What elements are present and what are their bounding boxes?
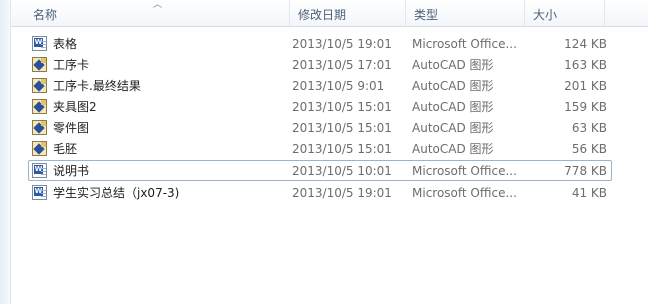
file-type: Microsoft Office...: [412, 186, 517, 200]
autocad-drawing-icon: [32, 57, 47, 72]
file-size: 163 KB: [564, 58, 607, 72]
file-row[interactable]: 夹具图2 2013/10/5 15:01 AutoCAD 图形 159 KB: [28, 96, 612, 117]
autocad-drawing-icon: [32, 78, 47, 93]
file-size: 41 KB: [571, 186, 607, 200]
file-row[interactable]: W 表格 2013/10/5 19:01 Microsoft Office...…: [28, 33, 612, 54]
file-size: 778 KB: [564, 164, 607, 178]
file-date: 2013/10/5 19:01: [292, 37, 392, 51]
file-name: 工序卡.最终结果: [53, 79, 141, 93]
column-header-name-label: 名称: [33, 8, 58, 22]
file-name: 毛胚: [53, 142, 78, 156]
file-type: AutoCAD 图形: [412, 121, 494, 135]
file-type: Microsoft Office...: [412, 164, 517, 178]
column-header-size[interactable]: 大小: [525, 0, 605, 26]
file-name: 表格: [53, 37, 78, 51]
file-date: 2013/10/5 9:01: [292, 79, 385, 93]
file-date: 2013/10/5 15:01: [292, 121, 392, 135]
autocad-drawing-icon: [32, 120, 47, 135]
file-date: 2013/10/5 15:01: [292, 100, 392, 114]
file-size: 124 KB: [564, 37, 607, 51]
file-size: 63 KB: [571, 121, 607, 135]
file-row[interactable]: W 学生实习总结（jx07-3) 2013/10/5 19:01 Microso…: [28, 182, 612, 203]
file-date: 2013/10/5 19:01: [292, 186, 392, 200]
file-date: 2013/10/5 15:01: [292, 142, 392, 156]
file-size: 159 KB: [564, 100, 607, 114]
column-header-bar: 名称 ︿ 修改日期 类型 大小: [11, 0, 648, 27]
word-document-icon: W: [32, 36, 47, 51]
file-type: Microsoft Office...: [412, 37, 517, 51]
file-name: 说明书: [53, 164, 90, 178]
word-document-icon: W: [32, 185, 47, 200]
file-row[interactable]: 工序卡 2013/10/5 17:01 AutoCAD 图形 163 KB: [28, 54, 612, 75]
column-header-type[interactable]: 类型: [406, 0, 525, 26]
column-header-date-label: 修改日期: [298, 8, 347, 22]
file-row[interactable]: 毛胚 2013/10/5 15:01 AutoCAD 图形 56 KB: [28, 138, 612, 159]
file-type: AutoCAD 图形: [412, 142, 494, 156]
column-header-size-label: 大小: [533, 8, 558, 22]
navigation-pane-edge: [0, 0, 11, 304]
column-header-type-label: 类型: [414, 8, 439, 22]
file-date: 2013/10/5 17:01: [292, 58, 392, 72]
file-size: 56 KB: [571, 142, 607, 156]
file-name: 夹具图2: [53, 100, 97, 114]
file-name: 工序卡: [53, 58, 90, 72]
file-name: 学生实习总结（jx07-3): [53, 186, 180, 200]
file-row[interactable]: 工序卡.最终结果 2013/10/5 9:01 AutoCAD 图形 201 K…: [28, 75, 612, 96]
file-row-focused[interactable]: W 说明书 2013/10/5 10:01 Microsoft Office..…: [28, 160, 612, 181]
autocad-drawing-icon: [32, 99, 47, 114]
file-type: AutoCAD 图形: [412, 100, 494, 114]
file-name: 零件图: [53, 121, 90, 135]
column-header-date[interactable]: 修改日期: [290, 0, 406, 26]
file-type: AutoCAD 图形: [412, 58, 494, 72]
sort-ascending-icon: ︿: [153, 0, 163, 10]
file-size: 201 KB: [564, 79, 607, 93]
file-date: 2013/10/5 10:01: [292, 164, 392, 178]
autocad-drawing-icon: [32, 141, 47, 156]
word-document-icon: W: [32, 163, 47, 178]
file-row[interactable]: 零件图 2013/10/5 15:01 AutoCAD 图形 63 KB: [28, 117, 612, 138]
file-type: AutoCAD 图形: [412, 79, 494, 93]
